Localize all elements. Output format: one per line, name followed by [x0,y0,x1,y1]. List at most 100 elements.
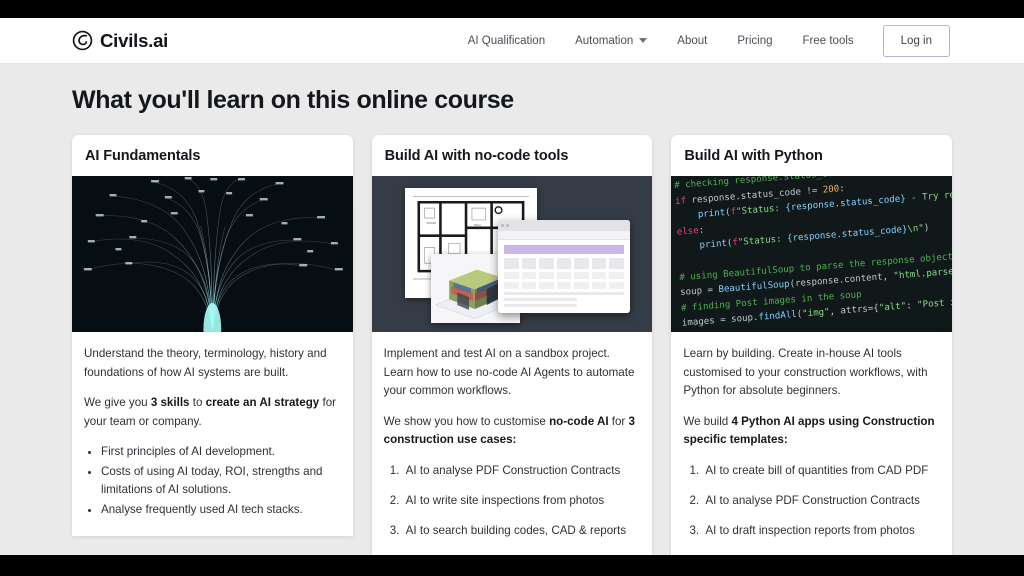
paragraph-emphasis: 3 skills [151,396,190,409]
card-paragraph-2: We give you 3 skills to create an AI str… [84,394,341,431]
table-cell [504,282,519,289]
card-title: AI Fundamentals [72,135,353,176]
data-table-mockup [504,258,624,289]
table-cell [592,282,607,289]
browser-dot-icon [506,224,509,227]
table-cell [504,272,519,279]
login-button[interactable]: Log in [883,25,950,57]
page-viewport: Civils.ai AI Qualification Automation Ab… [0,18,1024,555]
table-cell [557,282,572,289]
nav-item-ai-qualification[interactable]: AI Qualification [453,29,560,53]
paragraph-text: Understand the theory, terminology, hist… [84,347,327,379]
browser-chrome-top-bar [0,0,1024,18]
table-cell [574,258,589,269]
list-item: AI to analyse PDF Construction Contracts [403,462,641,480]
table-cell [522,258,537,269]
course-card-ai-fundamentals[interactable]: AI Fundamentals [72,135,353,536]
card-paragraph-2: We build 4 Python AI apps using Construc… [683,413,940,450]
nav-item-free-tools[interactable]: Free tools [788,29,869,53]
table-cell [574,272,589,279]
list-item: Costs of using AI today, ROI, strengths … [101,463,341,500]
table-cell [539,282,554,289]
svg-text:ROOM: ROOM [427,221,437,225]
paragraph-text: We build [683,415,731,428]
nav-label: AI Qualification [468,35,545,47]
paragraph-text: to [190,396,206,409]
note-line [504,292,624,295]
table-cell [522,272,537,279]
table-cell [539,258,554,269]
brand-logo[interactable]: Civils.ai [72,30,168,52]
course-cards: AI Fundamentals [72,135,952,555]
course-card-no-code-tools[interactable]: Build AI with no-code tools [372,135,653,555]
table-cell [592,258,607,269]
paragraph-emphasis: create an AI strategy [206,396,320,409]
python-code-editor-image: 0 nse = requests.get(url) # read from th… [671,176,952,332]
browser-dot-icon [501,224,504,227]
card-ordered-list: AI to analyse PDF Construction Contracts… [403,462,641,540]
table-header-row [504,258,624,269]
list-item: First principles of AI development. [101,443,341,462]
list-item: AI to write site inspections from photos [403,492,641,510]
paragraph-text: Learn by building. Create in-house AI to… [683,347,927,397]
no-code-bim-mockup-image: ROOMBED HALLLIV [372,176,653,332]
table-cell [522,282,537,289]
course-card-python[interactable]: Build AI with Python 0 nse = requests.ge… [671,135,952,555]
card-title: Build AI with Python [671,135,952,176]
browser-chrome-bottom-bar [0,555,1024,576]
card-paragraph-1: Implement and test AI on a sandbox proje… [384,345,641,401]
card-bullet-list: First principles of AI development. Cost… [101,443,341,519]
paragraph-emphasis: no-code AI [549,415,608,428]
list-item: AI to analyse PDF Construction Contracts [702,492,940,510]
chevron-down-icon [639,38,647,43]
list-item: AI to draft inspection reports from phot… [702,522,940,540]
card-body: Implement and test AI on a sandbox proje… [372,332,653,555]
card-paragraph-1: Learn by building. Create in-house AI to… [683,345,940,401]
note-line [504,298,577,301]
screen: Civils.ai AI Qualification Automation Ab… [0,0,1024,576]
browser-url-bar [498,231,630,240]
list-item: AI to search building codes, CAD & repor… [403,522,641,540]
card-body: Understand the theory, terminology, hist… [72,332,353,536]
table-cell [539,272,554,279]
nav-item-automation[interactable]: Automation [560,29,662,53]
highlighted-answer-banner [504,245,624,254]
code-text [671,255,684,271]
card-ordered-list: AI to create bill of quantities from CAD… [702,462,940,556]
table-cell [592,272,607,279]
table-cell [609,272,624,279]
browser-window-mockup [498,220,630,314]
list-item: AI to create bill of quantities from CAD… [702,462,940,480]
paragraph-text: for [609,415,629,428]
code-editor-content: 0 nse = requests.get(url) # read from th… [671,176,952,332]
table-cell [574,282,589,289]
list-item: Analyse frequently used AI tech stacks. [101,501,341,520]
nav-label: About [677,35,707,47]
card-body: Learn by building. Create in-house AI to… [671,332,952,555]
table-row [504,282,624,289]
nav-item-about[interactable]: About [662,29,722,53]
card-paragraph-1: Understand the theory, terminology, hist… [84,345,341,382]
paragraph-text: We show you how to customise [384,415,549,428]
main-nav: AI Qualification Automation About Pricin… [453,25,950,57]
table-cell [609,258,624,269]
table-cell [609,282,624,289]
site-header: Civils.ai AI Qualification Automation Ab… [0,18,1024,64]
svg-text:HALL: HALL [474,223,482,227]
brand-name: Civils.ai [100,30,168,52]
page-content: What you'll learn on this online course … [0,64,1024,555]
browser-chrome [498,220,630,231]
paragraph-text: Implement and test AI on a sandbox proje… [384,347,635,397]
neural-network-tree-image [72,176,353,332]
card-title: Build AI with no-code tools [372,135,653,176]
card-paragraph-2: We show you how to customise no-code AI … [384,413,641,450]
table-cell [557,258,572,269]
nav-item-pricing[interactable]: Pricing [722,29,787,53]
nav-label: Automation [575,35,633,47]
table-row [504,272,624,279]
nav-label: Pricing [737,35,772,47]
page-title: What you'll learn on this online course [72,86,952,115]
nav-label: Free tools [803,35,854,47]
table-cell [504,258,519,269]
table-cell [557,272,572,279]
